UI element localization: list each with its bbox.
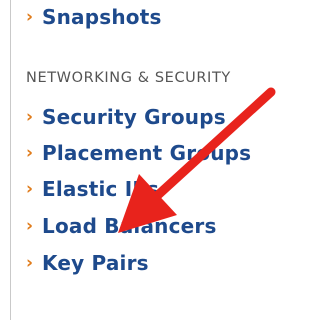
sidebar-item-security-groups[interactable]: › Security Groups: [26, 104, 226, 130]
sidebar-item-label: Placement Groups: [42, 141, 252, 165]
section-heading-networking-security: NETWORKING & SECURITY: [26, 70, 231, 86]
chevron-right-icon: ›: [26, 142, 34, 163]
sidebar-item-key-pairs[interactable]: › Key Pairs: [26, 250, 149, 276]
sidebar-item-placement-groups[interactable]: › Placement Groups: [26, 140, 251, 166]
sidebar-item-label: Security Groups: [42, 105, 226, 129]
chevron-right-icon: ›: [26, 6, 34, 27]
sidebar-item-label: Key Pairs: [42, 251, 149, 275]
sidebar-item-label: Load Balancers: [42, 214, 217, 238]
sidebar-item-label: Elastic IPs: [42, 177, 160, 201]
chevron-right-icon: ›: [26, 252, 34, 273]
sidebar-border: [10, 0, 11, 320]
sidebar-item-elastic-ips[interactable]: › Elastic IPs: [26, 176, 159, 202]
chevron-right-icon: ›: [26, 178, 34, 199]
sidebar-item-label: Snapshots: [42, 5, 162, 29]
chevron-right-icon: ›: [26, 215, 34, 236]
chevron-right-icon: ›: [26, 106, 34, 127]
sidebar-item-snapshots[interactable]: › Snapshots: [26, 4, 162, 30]
sidebar-item-load-balancers[interactable]: › Load Balancers: [26, 213, 217, 239]
